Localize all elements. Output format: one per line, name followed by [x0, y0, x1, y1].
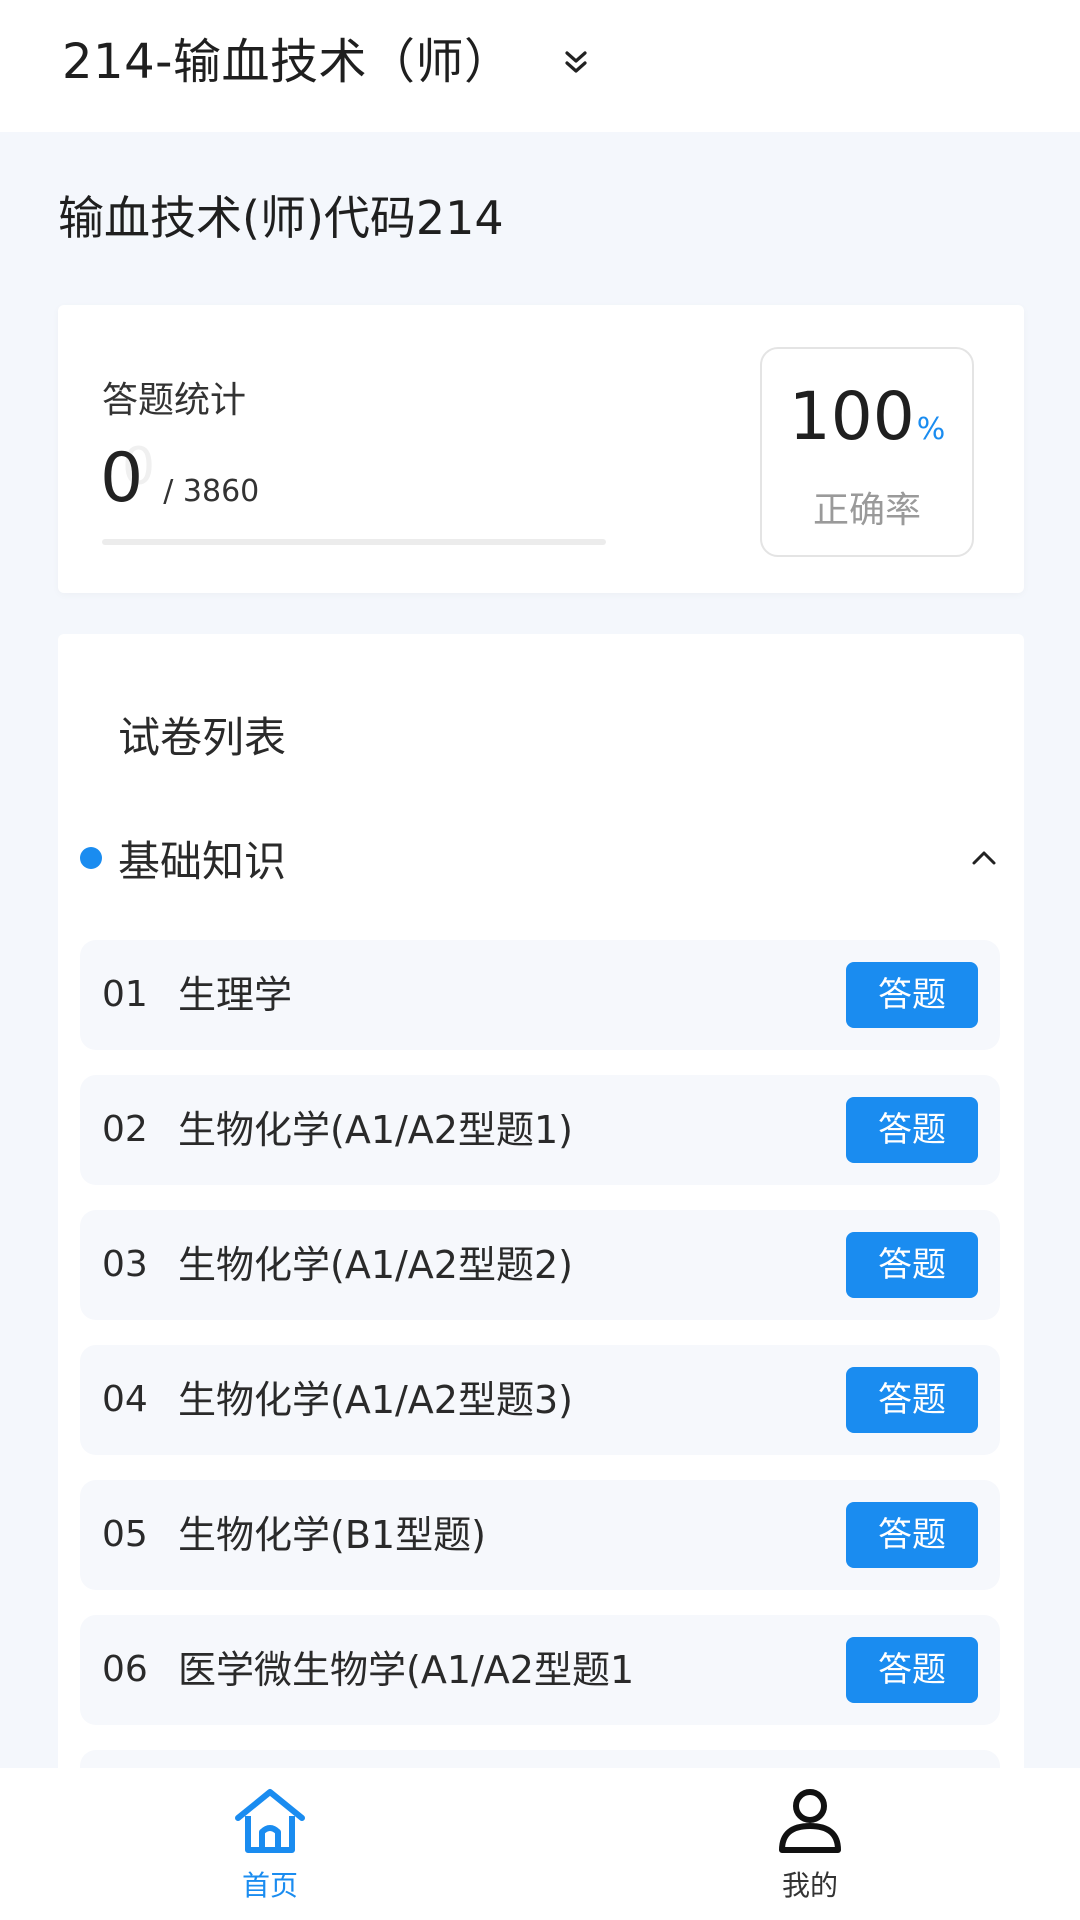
answered-total-value: / 3860 [163, 474, 260, 509]
paper-list-card: 试卷列表 基础知识 01 生理学 答题 02 生物化学(A1/A2型题1) 答题… [58, 634, 1024, 1774]
stats-card: 答题统计 0 0 / 3860 100% 正确率 [58, 305, 1024, 593]
paper-list: 01 生理学 答题 02 生物化学(A1/A2型题1) 答题 03 生物化学(A… [80, 940, 1000, 1774]
paper-number: 05 [102, 1514, 148, 1555]
double-chevron-down-icon[interactable] [560, 46, 592, 78]
group-header-basic-knowledge[interactable]: 基础知识 [80, 820, 1000, 896]
group-name: 基础知识 [118, 836, 287, 886]
paper-name: 生物化学(B1型题) [178, 1513, 486, 1557]
accuracy-number: 100 [788, 378, 915, 455]
answer-button[interactable]: 答题 [846, 1097, 978, 1163]
paper-row[interactable]: 01 生理学 答题 [80, 940, 1000, 1050]
group-dot-icon [80, 847, 102, 869]
paper-number: 03 [102, 1244, 148, 1285]
paper-row[interactable]: 03 生物化学(A1/A2型题2) 答题 [80, 1210, 1000, 1320]
answer-button[interactable]: 答题 [846, 1637, 978, 1703]
exam-selector[interactable]: 214-输血技术（师） [62, 30, 592, 94]
paper-row[interactable]: 02 生物化学(A1/A2型题1) 答题 [80, 1075, 1000, 1185]
accuracy-unit: % [916, 412, 946, 447]
exam-title: 214-输血技术（师） [62, 34, 513, 90]
nav-mine-label: 我的 [781, 1869, 838, 1902]
user-icon [779, 1789, 841, 1853]
answer-button[interactable]: 答题 [846, 1367, 978, 1433]
paper-name: 生理学 [178, 973, 293, 1017]
progress-bar [102, 539, 606, 545]
answered-number-value: 0 [100, 439, 144, 518]
paper-row[interactable]: 04 生物化学(A1/A2型题3) 答题 [80, 1345, 1000, 1455]
paper-number: 06 [102, 1649, 148, 1690]
stats-label: 答题统计 [102, 380, 247, 421]
paper-number: 04 [102, 1379, 148, 1420]
nav-home[interactable]: 首页 [190, 1786, 350, 1908]
chevron-up-icon[interactable] [968, 842, 1000, 874]
paper-row[interactable]: 06 医学微生物学(A1/A2型题1 答题 [80, 1615, 1000, 1725]
nav-mine[interactable]: 我的 [730, 1786, 890, 1908]
answered-count: 0 0 / 3860 [100, 437, 259, 518]
accuracy-box: 100% 正确率 [760, 347, 974, 557]
answer-button[interactable]: 答题 [846, 1502, 978, 1568]
paper-name: 生物化学(A1/A2型题2) [178, 1243, 573, 1287]
answer-button[interactable]: 答题 [846, 1232, 978, 1298]
paper-name: 生物化学(A1/A2型题3) [178, 1378, 573, 1422]
home-icon [235, 1789, 305, 1853]
answered-total: / 3860 [163, 474, 259, 509]
top-bar: 214-输血技术（师） [0, 0, 1080, 132]
nav-home-label: 首页 [241, 1869, 298, 1902]
subject-title: 输血技术(师)代码214 [58, 191, 504, 245]
answer-button[interactable]: 答题 [846, 962, 978, 1028]
accuracy-value: 100% [762, 379, 972, 468]
paper-name: 医学微生物学(A1/A2型题1 [178, 1648, 635, 1692]
paper-number: 02 [102, 1109, 148, 1150]
paper-row[interactable]: 05 生物化学(B1型题) 答题 [80, 1480, 1000, 1590]
paper-number: 01 [102, 974, 148, 1015]
paper-list-title: 试卷列表 [118, 713, 287, 762]
accuracy-label: 正确率 [812, 490, 921, 531]
answered-number: 0 0 [100, 437, 155, 518]
bottom-nav: 首页 我的 [0, 1768, 1080, 1920]
paper-name: 生物化学(A1/A2型题1) [178, 1108, 573, 1152]
